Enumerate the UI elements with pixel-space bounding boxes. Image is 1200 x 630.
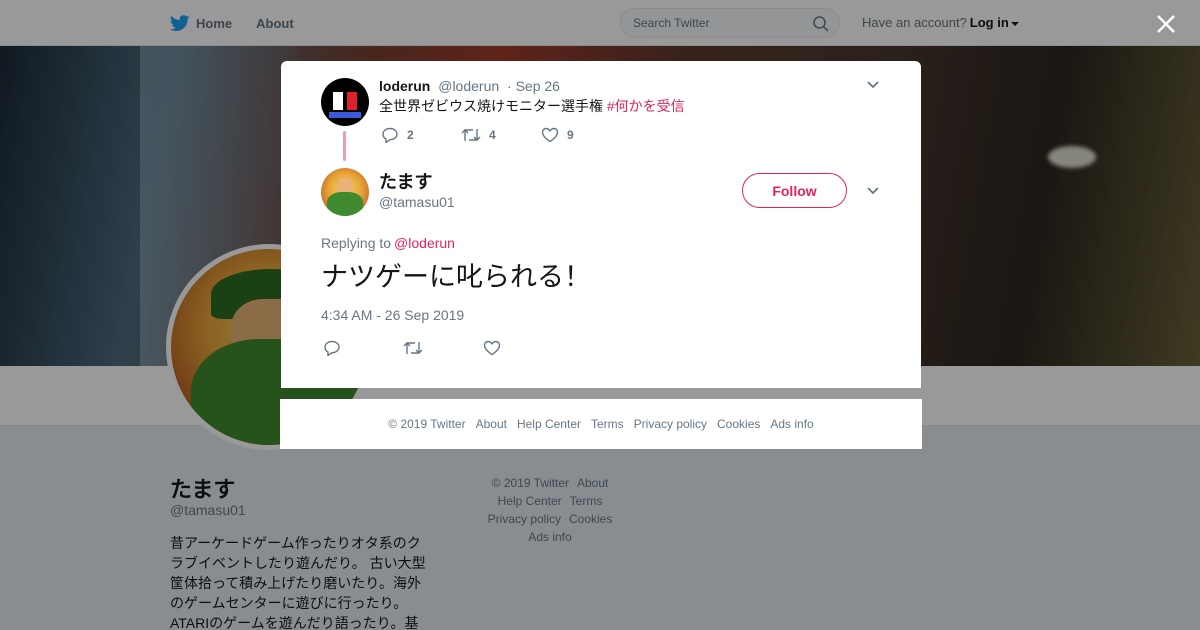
parent-tweet-text: 全世界ゼビウス焼けモニター選手権 #何かを受信 [379,97,685,115]
footer-copyright: © 2019 Twitter [388,417,466,431]
parent-tweet-name[interactable]: loderun [379,78,430,94]
parent-tweet-header: loderun @loderun · Sep 26 [379,77,560,95]
like-button[interactable]: 9 [541,127,621,143]
follow-button[interactable]: Follow [742,173,847,208]
like-icon [483,340,501,356]
retweet-count: 4 [489,128,496,142]
footer-terms-link[interactable]: Terms [591,417,624,431]
parent-tweet-date[interactable]: · Sep 26 [507,78,560,94]
retweet-button[interactable]: 4 [461,127,541,143]
reply-count: 2 [407,128,414,142]
retweet-icon [403,342,423,354]
avatar-figure-shape [347,92,357,110]
parent-tweet-body: 全世界ゼビウス焼けモニター選手権 [379,98,607,114]
main-tweet-name[interactable]: たます [379,168,432,194]
parent-tweet-handle[interactable]: @loderun [438,78,499,94]
chevron-down-icon[interactable] [866,184,880,198]
main-tweet-text: ナツゲーに叱られる！ [321,262,591,292]
replying-to-label: Replying to [321,235,392,251]
parent-tweet-avatar[interactable] [321,78,369,126]
footer-cookies-link[interactable]: Cookies [717,417,760,431]
modal-footer: © 2019 Twitter About Help Center Terms P… [280,399,922,449]
avatar-coat-shape [327,192,363,216]
retweet-button[interactable] [403,340,483,356]
like-count: 9 [567,128,574,142]
footer-about-link[interactable]: About [476,417,507,431]
parent-tweet-actions: 2 4 9 [381,127,621,143]
close-icon[interactable] [1154,12,1178,36]
replying-to-handle[interactable]: @loderun [394,235,455,251]
replying-to: Replying to @loderun [321,235,455,251]
main-tweet-timestamp[interactable]: 4:34 AM - 26 Sep 2019 [321,307,464,323]
reply-icon [382,127,398,143]
reply-icon [324,340,340,356]
thread-connector [343,131,346,161]
parent-tweet-hashtag[interactable]: #何かを受信 [607,98,685,114]
footer-privacy-link[interactable]: Privacy policy [634,417,707,431]
like-button[interactable] [483,340,563,356]
footer-ads-link[interactable]: Ads info [770,417,813,431]
reply-button[interactable]: 2 [381,127,461,143]
main-tweet-handle[interactable]: @tamasu01 [379,194,455,210]
like-icon [541,127,559,143]
avatar-figure-shape [333,92,343,110]
main-tweet-actions [323,340,563,356]
reply-button[interactable] [323,340,403,356]
footer-help-link[interactable]: Help Center [517,417,581,431]
main-tweet-avatar[interactable] [321,168,369,216]
retweet-icon [461,129,481,141]
chevron-down-icon[interactable] [866,78,880,92]
avatar-floor-shape [329,112,361,118]
tweet-modal: loderun @loderun · Sep 26 全世界ゼビウス焼けモニター選… [281,61,921,388]
